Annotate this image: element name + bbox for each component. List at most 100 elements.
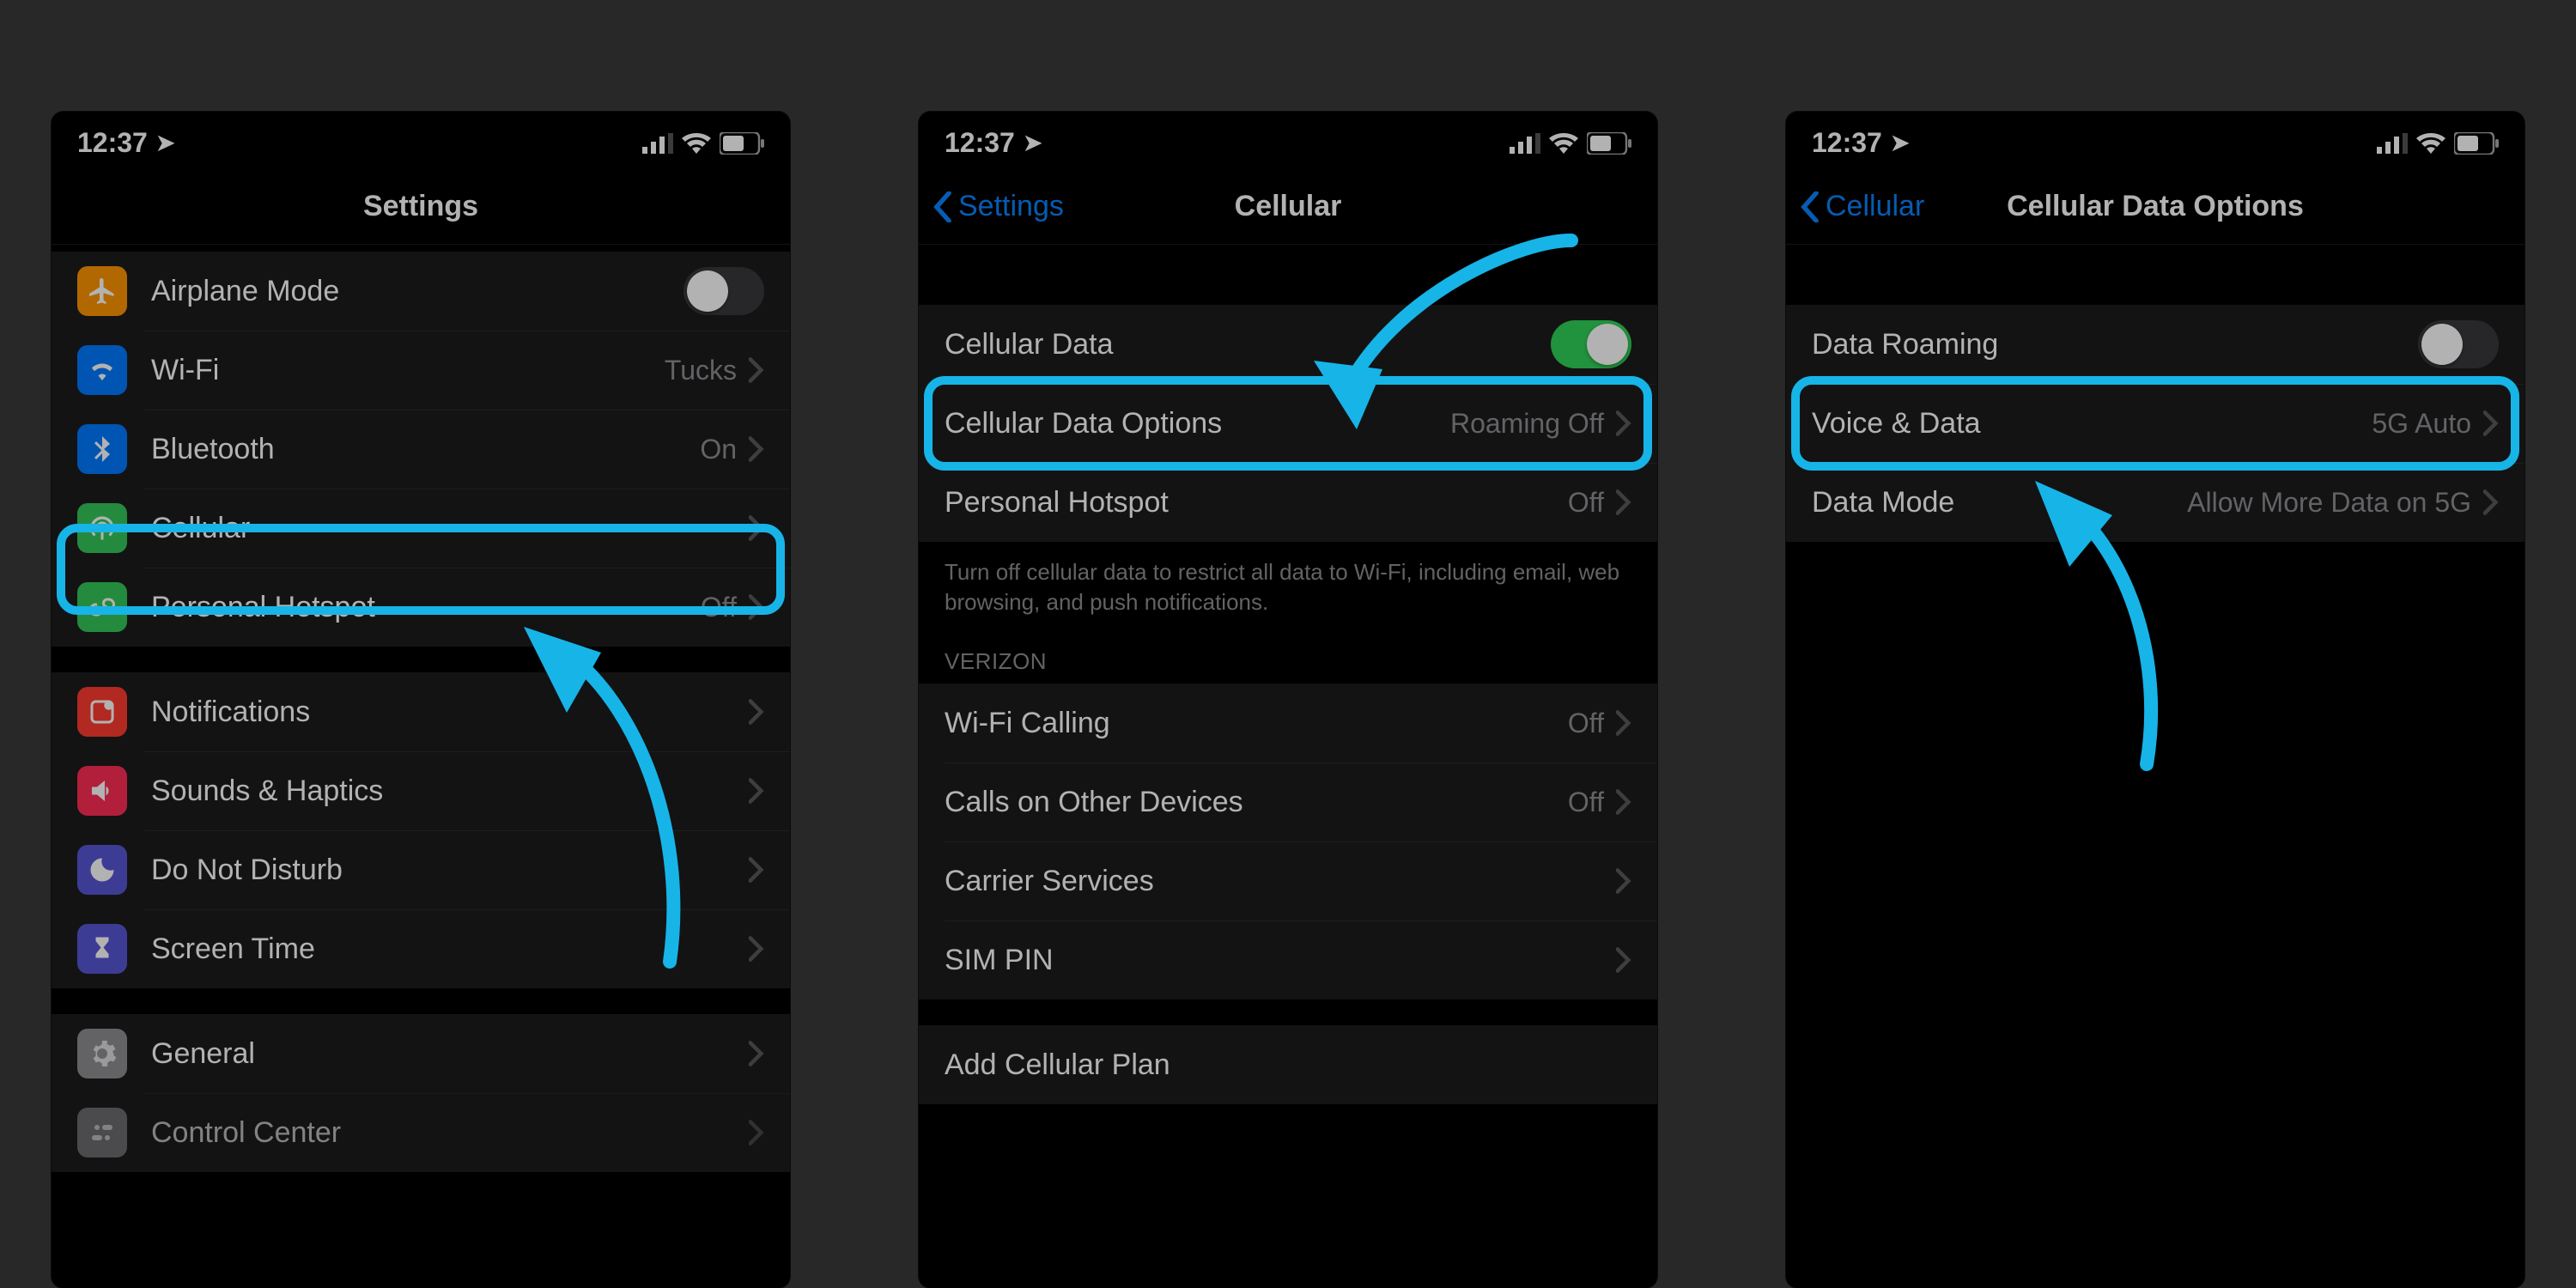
row-airplane-mode[interactable]: Airplane Mode xyxy=(52,252,790,331)
chevron-right-icon xyxy=(2483,489,2499,515)
row-dnd[interactable]: Do Not Disturb xyxy=(52,830,790,909)
group-header-verizon: VERIZON xyxy=(919,623,1657,683)
row-personal-hotspot[interactable]: Personal Hotspot Off xyxy=(919,463,1657,542)
cellular-data-toggle[interactable] xyxy=(1551,320,1631,368)
bluetooth-icon xyxy=(77,424,127,474)
row-voice-and-data[interactable]: Voice & Data 5G Auto xyxy=(1786,384,2524,463)
nav-bar: Settings xyxy=(52,169,790,245)
chevron-right-icon xyxy=(1616,947,1631,973)
chevron-right-icon xyxy=(749,515,764,541)
row-label: Airplane Mode xyxy=(151,275,683,308)
chevron-left-icon xyxy=(933,191,953,222)
chevron-right-icon xyxy=(1616,868,1631,894)
chevron-right-icon xyxy=(2483,410,2499,436)
chevron-right-icon xyxy=(1616,410,1631,436)
status-bar: 12:37 ➤ xyxy=(1786,112,2524,169)
row-label: Data Roaming xyxy=(1812,328,2418,361)
row-sounds[interactable]: Sounds & Haptics xyxy=(52,751,790,830)
row-value: Off xyxy=(701,592,737,623)
chevron-right-icon xyxy=(1616,789,1631,815)
status-icons xyxy=(1510,132,1631,155)
row-value: Roaming Off xyxy=(1450,408,1604,440)
row-value: On xyxy=(700,434,737,465)
row-label: Notifications xyxy=(151,696,749,729)
hotspot-icon xyxy=(77,582,127,632)
nav-bar: Settings Cellular xyxy=(919,169,1657,245)
row-bluetooth[interactable]: Bluetooth On xyxy=(52,410,790,489)
row-data-roaming[interactable]: Data Roaming xyxy=(1786,305,2524,384)
screen-cellular-data-options: 12:37 ➤ Cellular Cellular Data Options D… xyxy=(1786,112,2524,1288)
chevron-right-icon xyxy=(749,1041,764,1066)
chevron-right-icon xyxy=(749,594,764,620)
hourglass-icon xyxy=(77,924,127,974)
row-wifi[interactable]: Wi-Fi Tucks xyxy=(52,331,790,410)
row-label: SIM PIN xyxy=(945,944,1616,977)
row-label: Do Not Disturb xyxy=(151,854,749,887)
row-label: Wi-Fi Calling xyxy=(945,707,1568,740)
battery-icon xyxy=(720,132,764,155)
wifi-settings-icon xyxy=(77,345,127,395)
wifi-icon xyxy=(2416,133,2445,154)
chevron-right-icon xyxy=(1616,710,1631,736)
location-services-icon: ➤ xyxy=(156,130,175,156)
airplane-toggle[interactable] xyxy=(683,267,764,315)
row-label: Wi-Fi xyxy=(151,354,665,387)
row-label: Cellular Data Options xyxy=(945,407,1450,440)
row-cellular-data-options[interactable]: Cellular Data Options Roaming Off xyxy=(919,384,1657,463)
wifi-icon xyxy=(1549,133,1578,154)
chevron-right-icon xyxy=(749,778,764,804)
row-personal-hotspot[interactable]: Personal Hotspot Off xyxy=(52,568,790,647)
status-bar: 12:37 ➤ xyxy=(52,112,790,169)
row-label: Screen Time xyxy=(151,933,749,966)
screen-cellular: 12:37 ➤ Settings Cellular Cellular Data … xyxy=(919,112,1657,1288)
back-button[interactable]: Cellular xyxy=(1800,169,1924,244)
control-center-icon xyxy=(77,1108,127,1157)
moon-icon xyxy=(77,845,127,895)
page-title: Cellular Data Options xyxy=(2007,190,2304,223)
row-label: Cellular xyxy=(151,512,749,545)
location-services-icon: ➤ xyxy=(1891,130,1910,156)
row-notifications[interactable]: Notifications xyxy=(52,672,790,751)
row-label: Voice & Data xyxy=(1812,407,2372,440)
row-wifi-calling[interactable]: Wi-Fi Calling Off xyxy=(919,683,1657,762)
status-time: 12:37 xyxy=(945,127,1015,159)
sounds-icon xyxy=(77,766,127,816)
row-sim-pin[interactable]: SIM PIN xyxy=(919,920,1657,999)
row-data-mode[interactable]: Data Mode Allow More Data on 5G xyxy=(1786,463,2524,542)
status-icons xyxy=(642,132,764,155)
row-calls-other-devices[interactable]: Calls on Other Devices Off xyxy=(919,762,1657,841)
data-roaming-toggle[interactable] xyxy=(2418,320,2499,368)
row-label: Calls on Other Devices xyxy=(945,786,1568,819)
screen-settings: 12:37 ➤ Settings Airplane Mode Wi-Fi Tuc… xyxy=(52,112,790,1288)
row-control-center[interactable]: Control Center xyxy=(52,1093,790,1172)
row-label: General xyxy=(151,1037,749,1071)
row-carrier-services[interactable]: Carrier Services xyxy=(919,841,1657,920)
row-screentime[interactable]: Screen Time xyxy=(52,909,790,988)
row-value: Off xyxy=(1568,708,1604,739)
back-label: Settings xyxy=(958,190,1064,223)
row-label: Personal Hotspot xyxy=(945,486,1568,519)
row-value: Allow More Data on 5G xyxy=(2187,487,2471,519)
row-add-cellular-plan[interactable]: Add Cellular Plan xyxy=(919,1025,1657,1104)
row-label: Sounds & Haptics xyxy=(151,775,749,808)
chevron-right-icon xyxy=(749,936,764,962)
row-label: Control Center xyxy=(151,1116,749,1150)
chevron-right-icon xyxy=(749,436,764,462)
row-cellular[interactable]: Cellular xyxy=(52,489,790,568)
row-label: Personal Hotspot xyxy=(151,591,701,624)
row-value: 5G Auto xyxy=(2372,408,2471,440)
row-label: Cellular Data xyxy=(945,328,1551,361)
chevron-right-icon xyxy=(749,699,764,725)
row-cellular-data[interactable]: Cellular Data xyxy=(919,305,1657,384)
row-value: Tucks xyxy=(665,355,737,386)
status-icons xyxy=(2377,132,2499,155)
cellular-signal-icon xyxy=(2377,133,2408,154)
row-general[interactable]: General xyxy=(52,1014,790,1093)
row-label: Data Mode xyxy=(1812,486,2187,519)
back-label: Cellular xyxy=(1826,190,1924,223)
row-label: Bluetooth xyxy=(151,433,700,466)
row-label: Add Cellular Plan xyxy=(945,1048,1631,1082)
page-title: Settings xyxy=(363,190,478,223)
battery-icon xyxy=(2454,132,2499,155)
back-button[interactable]: Settings xyxy=(933,169,1064,244)
